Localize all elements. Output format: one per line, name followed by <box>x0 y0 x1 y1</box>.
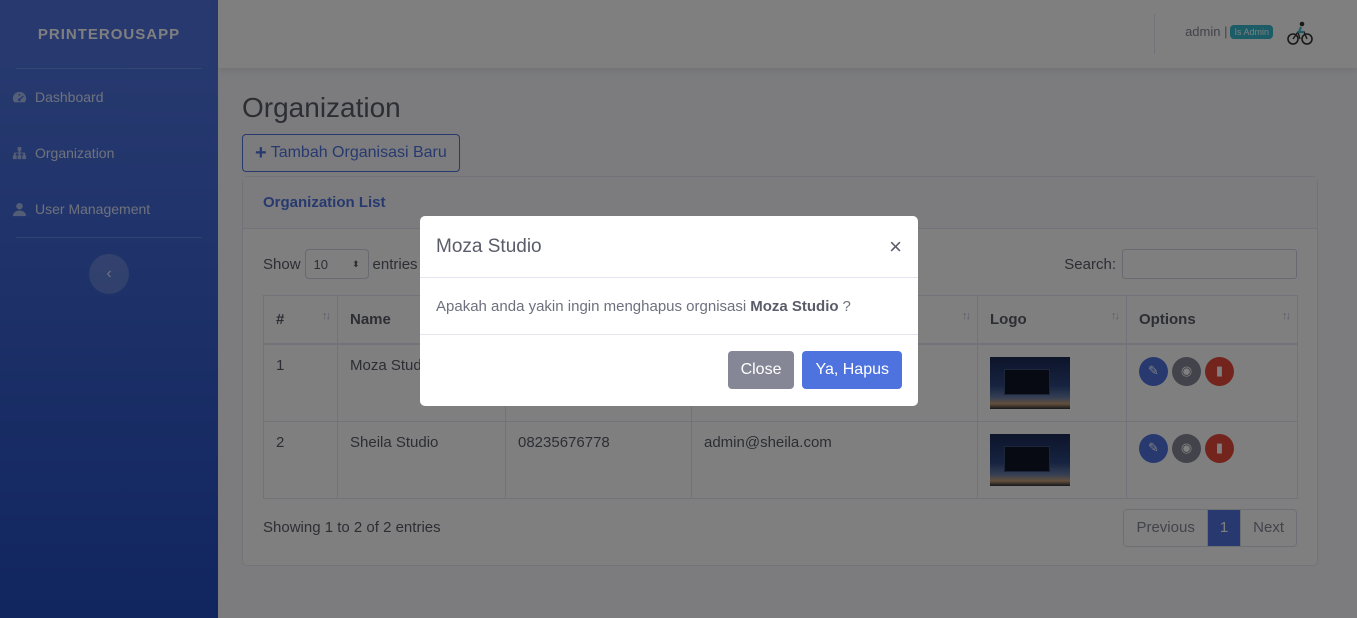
modal-title: Moza Studio <box>436 235 542 257</box>
close-button[interactable]: Close <box>727 351 795 389</box>
modal-message-name: Moza Studio <box>750 297 839 315</box>
close-icon[interactable]: × <box>889 234 902 260</box>
delete-confirm-modal: Moza Studio × Apakah anda yakin ingin me… <box>420 216 918 406</box>
confirm-delete-button[interactable]: Ya, Hapus <box>802 351 902 389</box>
modal-message: Apakah anda yakin ingin menghapus orgnis… <box>420 278 918 335</box>
modal-message-text: Apakah anda yakin ingin menghapus orgnis… <box>436 297 747 315</box>
modal-message-suffix: ? <box>842 297 851 315</box>
